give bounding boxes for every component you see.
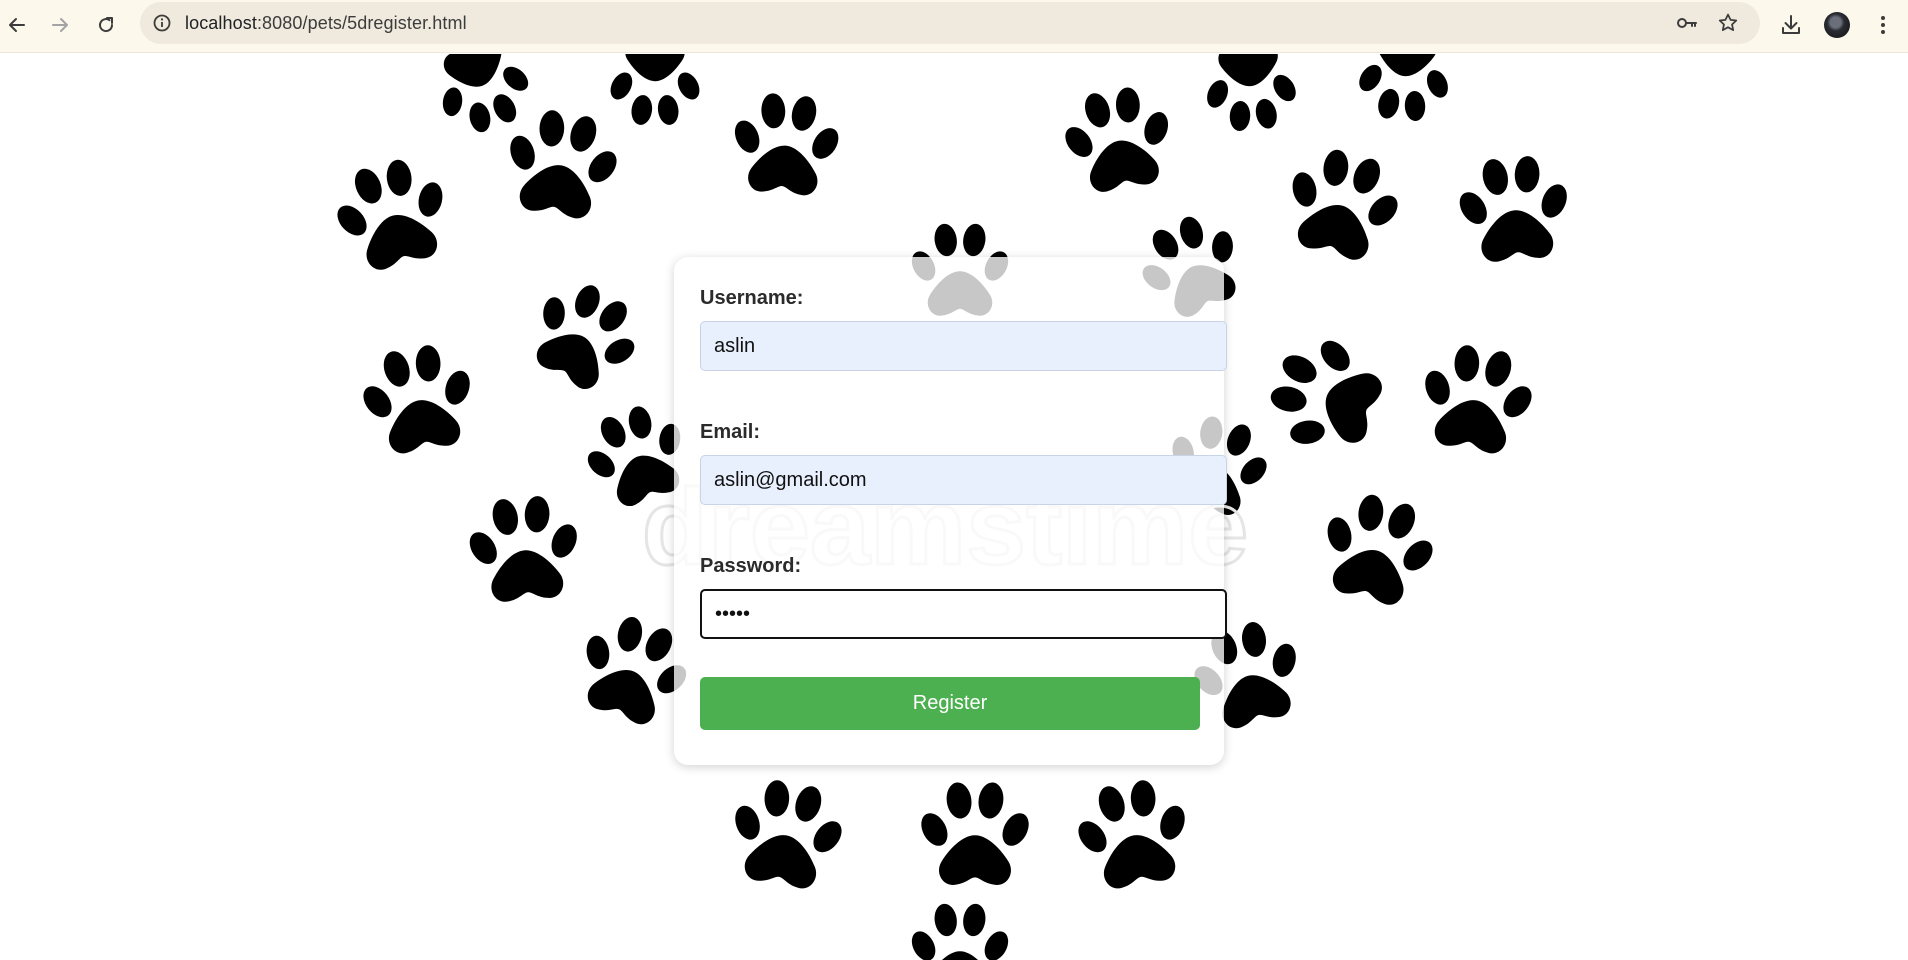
username-input[interactable] [700, 321, 1227, 371]
url-path: :8080/pets/5dregister.html [256, 13, 467, 33]
browser-toolbar: localhost:8080/pets/5dregister.html [0, 0, 1908, 53]
password-input[interactable] [700, 589, 1227, 639]
back-arrow-icon [9, 18, 25, 32]
page-viewport: dreamstime Username: Email: Password: Re… [0, 54, 1908, 960]
forward-button[interactable] [43, 8, 77, 42]
password-key-icon[interactable] [1675, 11, 1699, 35]
email-label: Email: [700, 421, 761, 443]
menu-button[interactable] [1868, 10, 1898, 40]
bookmark-star-icon[interactable] [1716, 11, 1740, 35]
email-input[interactable] [700, 455, 1227, 505]
address-bar[interactable]: localhost:8080/pets/5dregister.html [140, 2, 1760, 44]
url-host: localhost [185, 13, 257, 33]
password-label: Password: [700, 555, 802, 577]
register-form-card: Username: Email: Password: Register [674, 257, 1227, 765]
reload-icon [99, 17, 114, 33]
forward-arrow-icon [52, 18, 68, 32]
url-text: localhost:8080/pets/5dregister.html [185, 13, 467, 34]
register-button[interactable]: Register [700, 677, 1200, 730]
back-button[interactable] [0, 8, 34, 42]
reload-button[interactable] [89, 8, 123, 42]
site-info-icon[interactable] [150, 11, 174, 35]
more-vert-icon [1881, 16, 1885, 34]
avatar [1824, 12, 1850, 38]
downloads-button[interactable] [1776, 10, 1806, 40]
profile-button[interactable] [1822, 10, 1852, 40]
username-label: Username: [700, 287, 804, 309]
download-icon [1782, 15, 1800, 34]
